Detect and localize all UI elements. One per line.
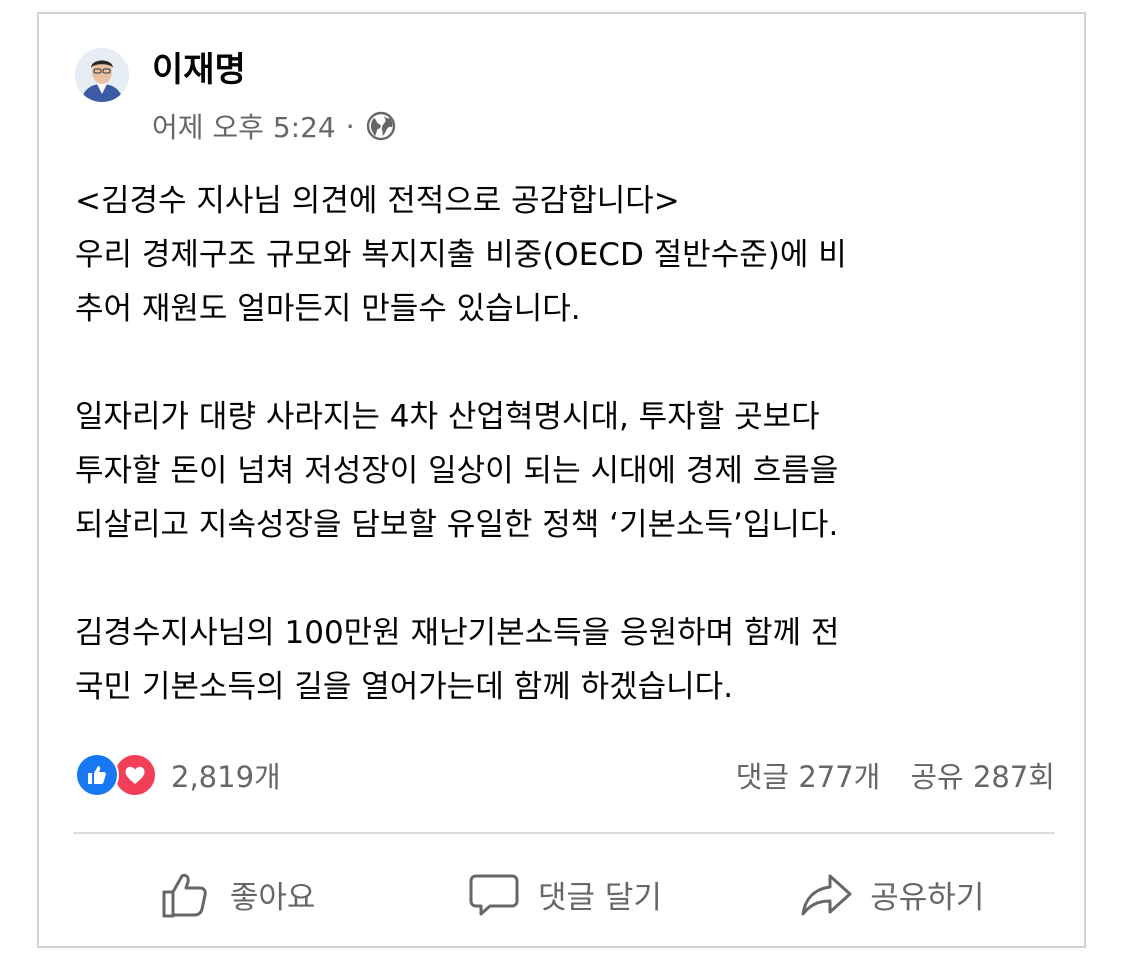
post-line: 국민 기본소득의 길을 열어가는데 함께 하겠습니다. [75, 669, 734, 705]
post-line: <김경수 지사님 의견에 전적으로 공감합니다> [75, 183, 680, 219]
action-bar: 좋아요 댓글 달기 공유하기 [73, 846, 1055, 942]
post-line: 추어 재원도 얼마든지 만들수 있습니다. [75, 291, 581, 327]
meta-separator: · [345, 109, 355, 143]
comment-share-counts: 댓글 277개 공유 287회 [736, 754, 1055, 796]
comment-button[interactable]: 댓글 달기 [400, 846, 727, 942]
author-name[interactable]: 이재명 [152, 48, 246, 92]
post-line: 일자리가 대량 사라지는 4차 산업혁명시대, 투자할 곳보다 [75, 399, 820, 435]
thumbs-up-icon [162, 873, 207, 918]
like-icon [75, 753, 119, 797]
reactions-summary[interactable]: 2,819개 [75, 753, 281, 797]
divider [73, 832, 1055, 834]
love-icon [113, 753, 157, 797]
like-button[interactable]: 좋아요 [73, 846, 400, 942]
share-icon [801, 874, 852, 916]
like-label: 좋아요 [229, 879, 316, 916]
post-paragraph: 일자리가 대량 사라지는 4차 산업혁명시대, 투자할 곳보다 투자할 돈이 넘… [75, 390, 1065, 552]
avatar[interactable] [75, 48, 129, 102]
comments-count[interactable]: 댓글 277개 [736, 754, 881, 796]
reactions-count: 2,819개 [171, 760, 281, 794]
comment-label: 댓글 달기 [538, 879, 662, 916]
share-label: 공유하기 [870, 879, 985, 916]
post-line: 되살리고 지속성장을 담보할 유일한 정책 ‘기본소득’입니다. [75, 507, 839, 543]
engagement-stats: 2,819개 댓글 277개 공유 287회 [75, 750, 1055, 800]
post-line: 우리 경제구조 규모와 복지지출 비중(OECD 절반수준)에 비 [75, 237, 847, 273]
share-button[interactable]: 공유하기 [728, 846, 1055, 942]
post-paragraph: <김경수 지사님 의견에 전적으로 공감합니다> 우리 경제구조 규모와 복지지… [75, 174, 1065, 336]
post-card: 이재명 어제 오후 5:24 · <김경수 지사님 의견에 전적으로 공감합니다… [37, 12, 1086, 948]
globe-icon [366, 111, 395, 141]
post-line: 투자할 돈이 넘쳐 저성장이 일상이 되는 시대에 경제 흐름을 [75, 453, 839, 489]
post-paragraph: 김경수지사님의 100만원 재난기본소득을 응원하며 함께 전 국민 기본소득의… [75, 606, 1065, 714]
post-body: <김경수 지사님 의견에 전적으로 공감합니다> 우리 경제구조 규모와 복지지… [75, 174, 1065, 714]
reaction-icons [75, 753, 157, 797]
profile-photo [75, 48, 129, 102]
post-timestamp[interactable]: 어제 오후 5:24 [152, 106, 336, 146]
comment-icon [469, 874, 519, 916]
post-line: 김경수지사님의 100만원 재난기본소득을 응원하며 함께 전 [75, 615, 840, 651]
post-meta: 어제 오후 5:24 · [152, 106, 397, 146]
shares-count[interactable]: 공유 287회 [910, 754, 1055, 796]
